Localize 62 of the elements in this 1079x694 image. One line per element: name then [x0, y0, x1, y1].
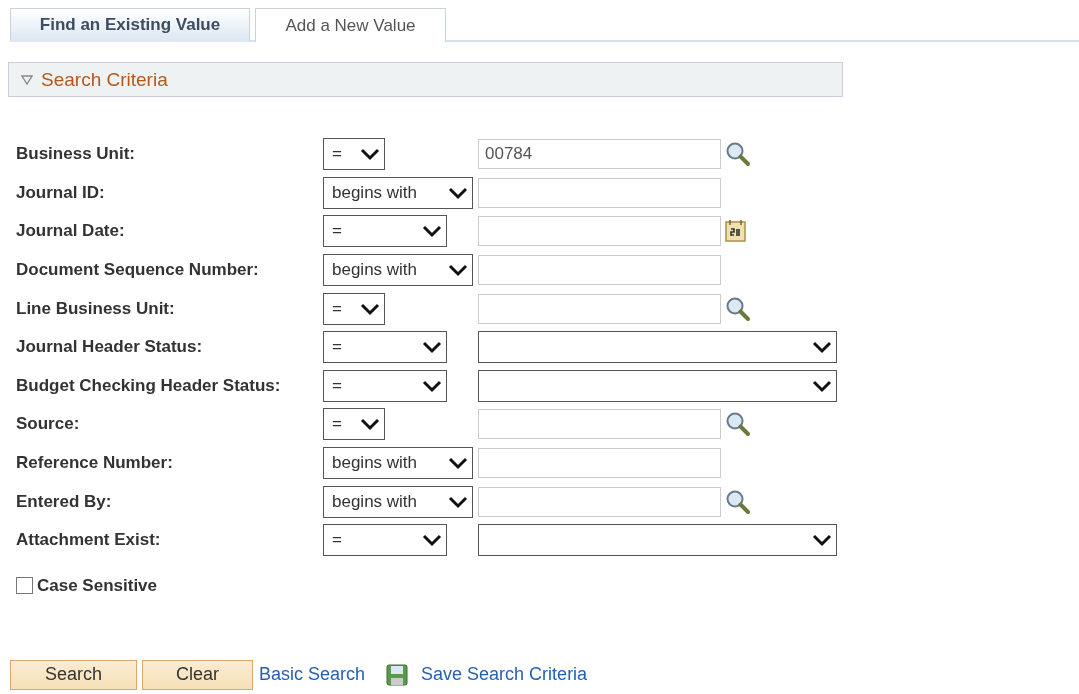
operator-dropdown[interactable]: begins with — [323, 254, 473, 287]
chevron-icon — [448, 456, 468, 471]
search-icon[interactable] — [725, 295, 751, 322]
chevron-icon — [448, 185, 468, 200]
input-field[interactable] — [478, 486, 721, 517]
operator-dropdown[interactable]: = — [323, 138, 385, 171]
action-button[interactable]: Search — [10, 659, 137, 690]
operator-dropdown[interactable]: = — [323, 408, 385, 441]
chevron-icon — [812, 533, 832, 548]
search-icon[interactable] — [725, 141, 751, 168]
tab[interactable]: Add a New Value — [255, 8, 446, 42]
search-icon[interactable] — [725, 488, 751, 515]
chevron-icon — [360, 301, 380, 316]
chevron-icon — [360, 417, 380, 432]
field-label: Budget Checking Header Status: — [16, 375, 282, 396]
field-label: Document Sequence Number: — [16, 260, 260, 281]
operator-dropdown[interactable]: = — [323, 331, 447, 364]
operator-dropdown[interactable]: begins with — [323, 447, 473, 480]
operator-dropdown[interactable]: = — [323, 369, 447, 402]
section-title: Search Criteria — [41, 68, 168, 91]
field-label: Journal Date: — [16, 221, 126, 242]
operator-dropdown[interactable]: begins with — [323, 176, 473, 209]
field-label: Entered By: — [16, 491, 113, 512]
field-label: Line Business Unit: — [16, 298, 176, 319]
chevron-icon — [448, 494, 468, 509]
action-button[interactable]: Clear — [142, 659, 253, 690]
chevron-icon — [812, 340, 832, 355]
operator-dropdown[interactable]: begins with — [323, 485, 473, 518]
chevron-icon — [812, 378, 832, 393]
input-field[interactable] — [478, 177, 721, 208]
chevron-icon — [422, 224, 442, 239]
checkbox-label: Case Sensitive — [37, 575, 157, 596]
field-label: Business Unit: — [16, 144, 137, 165]
operator-dropdown[interactable]: = — [323, 215, 447, 248]
chevron-icon — [422, 378, 442, 393]
chevron-icon — [422, 340, 442, 355]
chevron-icon — [422, 533, 442, 548]
tab[interactable]: Find an Existing Value — [10, 8, 250, 42]
link[interactable]: Basic Search — [259, 664, 366, 686]
chevron-icon — [448, 263, 468, 278]
field-label: Journal ID: — [16, 182, 106, 203]
field-label: Attachment Exist: — [16, 530, 162, 551]
section-header[interactable]: Search Criteria — [8, 62, 843, 97]
search-icon[interactable] — [725, 411, 751, 438]
input-field[interactable]: 00784 — [478, 139, 721, 170]
checkbox[interactable] — [16, 577, 33, 595]
chevron-icon — [360, 147, 380, 162]
calendar-icon[interactable] — [725, 219, 747, 244]
operator-dropdown[interactable]: = — [323, 524, 447, 557]
operator-dropdown[interactable]: = — [323, 292, 385, 325]
input-field[interactable] — [478, 255, 721, 286]
value-dropdown[interactable] — [478, 369, 837, 402]
field-label: Source: — [16, 414, 81, 435]
input-field[interactable] — [478, 409, 721, 440]
value-dropdown[interactable] — [478, 331, 837, 364]
link[interactable]: Save Search Criteria — [421, 664, 588, 686]
input-field[interactable] — [478, 293, 721, 324]
field-label: Journal Header Status: — [16, 337, 204, 358]
value-dropdown[interactable] — [478, 524, 837, 557]
input-field[interactable] — [478, 216, 721, 247]
input-field[interactable] — [478, 448, 721, 479]
field-label: Reference Number: — [16, 453, 174, 474]
